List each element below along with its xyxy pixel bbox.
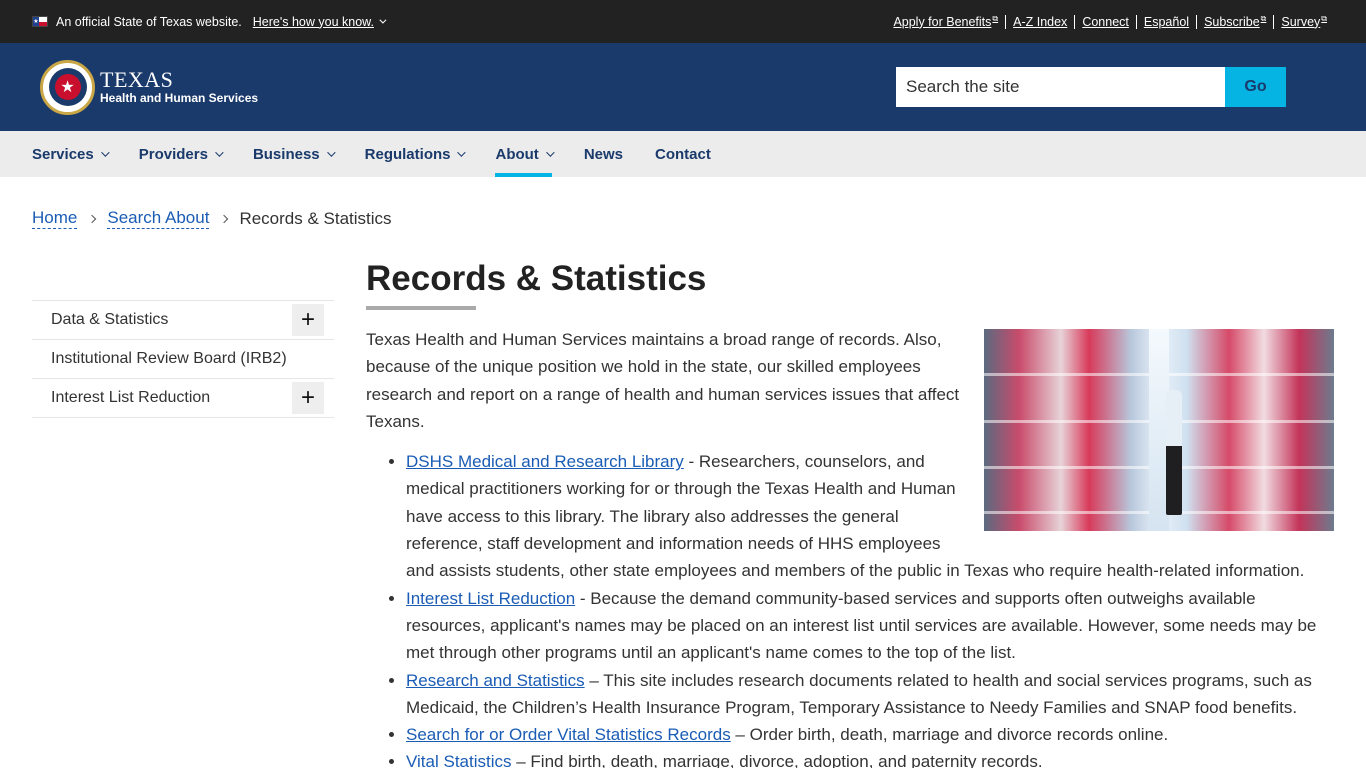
nav-news[interactable]: News: [584, 131, 623, 177]
nav-about[interactable]: About: [495, 131, 555, 177]
external-link-icon: ⧉: [1321, 13, 1327, 23]
vital-records-order-link[interactable]: Search for or Order Vital Statistics Rec…: [406, 725, 731, 744]
list-item-text: – Order birth, death, marriage and divor…: [730, 725, 1169, 745]
chevron-down-icon: [545, 148, 555, 157]
breadcrumb-home-link[interactable]: Home: [32, 208, 78, 229]
main-nav: Services Providers Business Regulations …: [0, 131, 1366, 177]
nav-providers[interactable]: Providers: [139, 131, 224, 177]
records-archive-image: [984, 329, 1334, 531]
vital-statistics-link[interactable]: Vital Statistics: [406, 752, 512, 768]
interest-list-reduction-link[interactable]: Interest List Reduction: [406, 589, 575, 608]
list-item: Vital Statistics – Find birth, death, ma…: [406, 748, 1334, 768]
external-link-icon: ⧉: [1260, 13, 1267, 23]
nav-contact[interactable]: Contact: [655, 131, 711, 177]
chevron-down-icon: [379, 16, 387, 24]
list-item: Interest List Reduction - Because the de…: [406, 585, 1334, 667]
chevron-down-icon: [457, 148, 467, 157]
utility-links: Apply for Benefits ⧉ A-Z Index Connect Es…: [886, 13, 1334, 29]
main-content: Records & Statistics Texas Health and Hu…: [366, 256, 1334, 768]
site-search: Go: [896, 67, 1286, 107]
connect-link[interactable]: Connect: [1074, 14, 1136, 29]
search-input[interactable]: [896, 67, 1225, 107]
logo-subtitle: Health and Human Services: [100, 91, 259, 105]
sidebar-item-label: Institutional Review Board (IRB2): [51, 350, 287, 367]
nav-business[interactable]: Business: [253, 131, 336, 177]
sidebar-nav: Data & Statistics + Institutional Review…: [32, 300, 334, 418]
search-go-button[interactable]: Go: [1225, 67, 1286, 107]
sidebar-item-data-statistics[interactable]: Data & Statistics +: [32, 301, 334, 340]
apply-for-benefits-link[interactable]: Apply for Benefits ⧉: [886, 13, 1005, 29]
sidebar-item-irb2[interactable]: Institutional Review Board (IRB2): [32, 340, 334, 379]
official-text: An official State of Texas website.: [56, 14, 242, 29]
chevron-right-icon: [88, 214, 97, 223]
chevron-down-icon: [326, 148, 336, 157]
page-title: Records & Statistics: [366, 259, 707, 298]
hhs-logo-link[interactable]: ★ TEXAS Health and Human Services: [40, 59, 259, 115]
logo-title: TEXAS: [100, 67, 174, 92]
how-you-know-label: Here's how you know.: [252, 14, 374, 29]
expand-plus-icon[interactable]: +: [292, 382, 324, 414]
official-banner: ★ An official State of Texas website. He…: [0, 0, 1366, 43]
list-item: Research and Statistics – This site incl…: [406, 667, 1334, 722]
breadcrumb-current: Records & Statistics: [239, 208, 392, 228]
external-link-icon: ⧉: [992, 13, 999, 23]
dshs-library-link[interactable]: DSHS Medical and Research Library: [406, 452, 684, 471]
texas-seal-icon: ★: [40, 59, 95, 115]
chevron-right-icon: [220, 214, 229, 223]
sidebar-item-label: Interest List Reduction: [51, 389, 211, 406]
nav-services[interactable]: Services: [32, 131, 110, 177]
nav-regulations[interactable]: Regulations: [365, 131, 467, 177]
survey-link[interactable]: Survey ⧉: [1273, 13, 1334, 29]
texas-flag-icon: ★: [32, 16, 48, 27]
list-item: Search for or Order Vital Statistics Rec…: [406, 721, 1334, 748]
sidebar-item-label: Data & Statistics: [51, 311, 169, 328]
espanol-link[interactable]: Español: [1135, 14, 1196, 29]
how-you-know-toggle[interactable]: Here's how you know.: [252, 14, 387, 29]
chevron-down-icon: [100, 148, 110, 157]
subscribe-link[interactable]: Subscribe ⧉: [1196, 13, 1273, 29]
expand-plus-icon[interactable]: +: [292, 304, 324, 336]
sidebar-item-interest-list-reduction[interactable]: Interest List Reduction +: [32, 379, 334, 418]
list-item-text: – Find birth, death, marriage, divorce, …: [511, 752, 1043, 768]
title-underline: [366, 306, 476, 310]
research-statistics-link[interactable]: Research and Statistics: [406, 671, 585, 690]
az-index-link[interactable]: A-Z Index: [1005, 14, 1074, 29]
chevron-down-icon: [215, 148, 224, 157]
site-header: ★ TEXAS Health and Human Services Go: [0, 43, 1366, 131]
breadcrumb-search-about-link[interactable]: Search About: [107, 208, 210, 229]
breadcrumb: Home Search About Records & Statistics: [32, 208, 392, 229]
